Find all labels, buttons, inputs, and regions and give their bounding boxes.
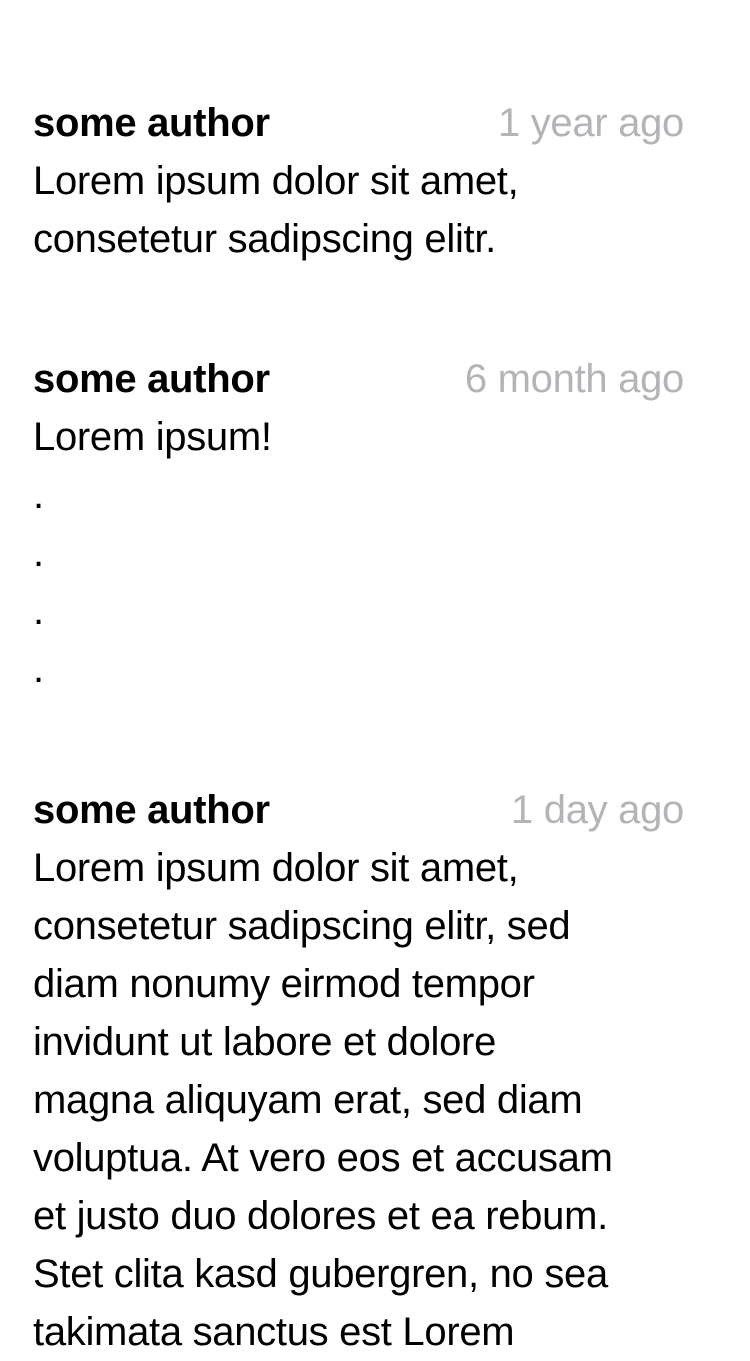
- comment-author[interactable]: some author: [33, 781, 270, 839]
- comment-timestamp: 1 day ago: [510, 788, 684, 832]
- comment-item: some author 6 month ago Lorem ipsum! . .…: [33, 350, 684, 698]
- comment-body: Lorem ipsum! . . . .: [33, 415, 272, 691]
- comment-item: some author 1 day ago Lorem ipsum dolor …: [33, 781, 684, 1361]
- comment-header: some author 1 day ago: [33, 781, 684, 839]
- comment-header: some author 1 year ago: [33, 94, 684, 152]
- comment-header: some author 6 month ago: [33, 350, 684, 408]
- comment-timestamp: 6 month ago: [464, 357, 684, 401]
- comment-body: Lorem ipsum dolor sit amet, consetetur s…: [33, 846, 613, 1354]
- comment-body: Lorem ipsum dolor sit amet, consetetur s…: [33, 159, 519, 261]
- comment-author[interactable]: some author: [33, 94, 270, 152]
- comment-timestamp: 1 year ago: [497, 101, 684, 145]
- comment-author[interactable]: some author: [33, 350, 270, 408]
- comment-item: some author 1 year ago Lorem ipsum dolor…: [33, 94, 684, 268]
